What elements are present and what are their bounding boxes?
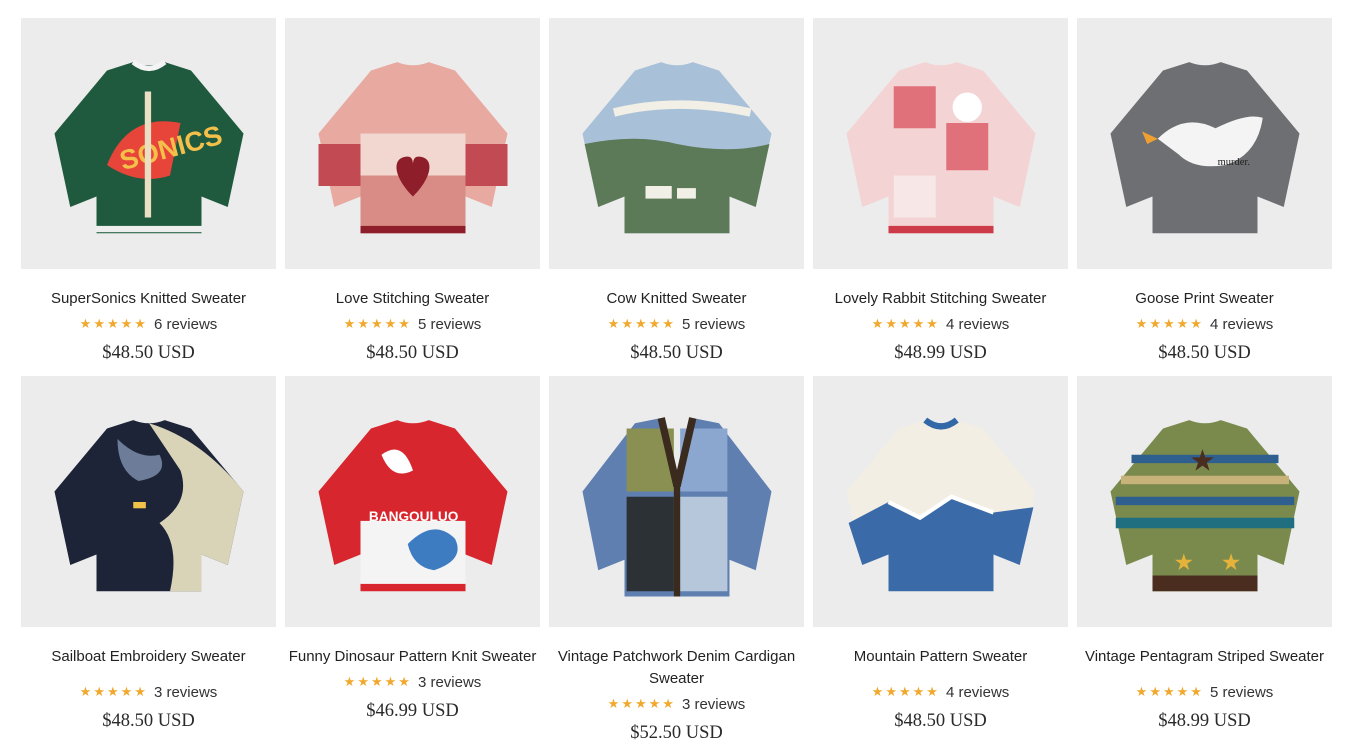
product-title[interactable]: Mountain Pattern Sweater — [813, 646, 1068, 668]
product-price: $46.99 USD — [366, 701, 459, 721]
product-price: $48.50 USD — [894, 711, 987, 731]
star-rating-icon: ★★★★★ — [343, 316, 412, 331]
product-title[interactable]: Sailboat Embroidery Sweater — [21, 646, 276, 668]
product-image[interactable] — [813, 376, 1068, 627]
product-card[interactable]: Lovely Rabbit Stitching Sweater ★★★★★ 4 … — [813, 18, 1068, 364]
star-rating-icon: ★★★★★ — [1135, 684, 1204, 699]
product-card[interactable]: BANGOULUO Funny Dinosaur Pattern Knit Sw… — [285, 376, 540, 722]
star-rating-icon: ★★★★★ — [1135, 316, 1204, 331]
product-price: $48.99 USD — [1158, 711, 1251, 731]
product-price: $52.50 USD — [630, 723, 723, 743]
product-image[interactable] — [813, 18, 1068, 269]
product-price: $48.50 USD — [1158, 343, 1251, 363]
product-image[interactable]: murder. — [1077, 18, 1332, 269]
review-count: 3 reviews — [153, 683, 218, 701]
product-title[interactable]: Lovely Rabbit Stitching Sweater — [813, 288, 1068, 310]
review-count: 3 reviews — [681, 695, 746, 713]
product-card[interactable]: Love Stitching Sweater ★★★★★ 5 reviews $… — [285, 18, 540, 364]
product-title[interactable]: Love Stitching Sweater — [285, 288, 540, 310]
product-price: $48.50 USD — [630, 343, 723, 363]
product-image[interactable] — [549, 376, 804, 627]
product-title[interactable]: Vintage Pentagram Striped Sweater — [1077, 646, 1332, 668]
review-count: 5 reviews — [417, 315, 482, 333]
review-count: 4 reviews — [945, 315, 1010, 333]
product-card[interactable]: Mountain Pattern Sweater ★★★★★ 4 reviews… — [813, 376, 1068, 732]
star-rating-icon: ★★★★★ — [871, 316, 940, 331]
review-count: 5 reviews — [681, 315, 746, 333]
review-count: 4 reviews — [1209, 315, 1274, 333]
product-image[interactable] — [285, 18, 540, 269]
product-rating: ★★★★★ 4 reviews — [1077, 313, 1332, 335]
product-image[interactable]: SONICS — [21, 18, 276, 269]
product-rating: ★★★★★ 5 reviews — [285, 313, 540, 335]
star-rating-icon: ★★★★★ — [79, 684, 148, 699]
star-rating-icon: ★★★★★ — [607, 316, 676, 331]
product-price: $48.99 USD — [894, 343, 987, 363]
svg-text:★: ★ — [1189, 444, 1215, 477]
product-price: $48.50 USD — [102, 343, 195, 363]
product-image[interactable] — [549, 18, 804, 269]
star-rating-icon: ★★★★★ — [343, 674, 412, 689]
product-title[interactable]: Funny Dinosaur Pattern Knit Sweater — [285, 646, 540, 668]
product-rating: ★★★★★ 5 reviews — [549, 313, 804, 335]
svg-text:BANGOULUO: BANGOULUO — [368, 508, 458, 523]
review-count: 4 reviews — [945, 683, 1010, 701]
product-title[interactable]: Vintage Patchwork Denim Cardigan Sweater — [549, 646, 804, 690]
product-image[interactable] — [21, 376, 276, 627]
product-title[interactable]: SuperSonics Knitted Sweater — [21, 288, 276, 310]
product-card[interactable]: Cow Knitted Sweater ★★★★★ 5 reviews $48.… — [549, 18, 804, 364]
product-card[interactable]: Sailboat Embroidery Sweater ★★★★★ 3 revi… — [21, 376, 276, 732]
review-count: 5 reviews — [1209, 683, 1274, 701]
product-rating: ★★★★★ 3 reviews — [285, 671, 540, 693]
svg-text:murder.: murder. — [1217, 157, 1249, 168]
product-price: $48.50 USD — [102, 711, 195, 731]
product-card[interactable]: SONICS SuperSonics Knitted Sweater ★★★★★… — [21, 18, 276, 364]
product-image[interactable]: ★ ★ ★ — [1077, 376, 1332, 627]
product-price: $48.50 USD — [366, 343, 459, 363]
star-rating-icon: ★★★★★ — [871, 684, 940, 699]
review-count: 6 reviews — [153, 315, 218, 333]
star-rating-icon: ★★★★★ — [607, 696, 676, 711]
product-card[interactable]: murder. Goose Print Sweater ★★★★★ 4 revi… — [1077, 18, 1332, 364]
svg-text:★: ★ — [1173, 549, 1194, 575]
product-title[interactable]: Cow Knitted Sweater — [549, 288, 804, 310]
product-card[interactable]: ★ ★ ★ Vintage Pentagram Striped Sweater … — [1077, 376, 1332, 732]
star-rating-icon: ★★★★★ — [79, 316, 148, 331]
product-rating: ★★★★★ 3 reviews — [21, 681, 276, 703]
product-rating: ★★★★★ 6 reviews — [21, 313, 276, 335]
product-card[interactable]: Vintage Patchwork Denim Cardigan Sweater… — [549, 376, 804, 744]
product-rating: ★★★★★ 4 reviews — [813, 681, 1068, 703]
product-title[interactable]: Goose Print Sweater — [1077, 288, 1332, 310]
svg-text:★: ★ — [1220, 549, 1241, 575]
product-rating: ★★★★★ 5 reviews — [1077, 681, 1332, 703]
product-rating: ★★★★★ 3 reviews — [549, 693, 804, 715]
product-rating: ★★★★★ 4 reviews — [813, 313, 1068, 335]
product-image[interactable]: BANGOULUO — [285, 376, 540, 627]
review-count: 3 reviews — [417, 673, 482, 691]
